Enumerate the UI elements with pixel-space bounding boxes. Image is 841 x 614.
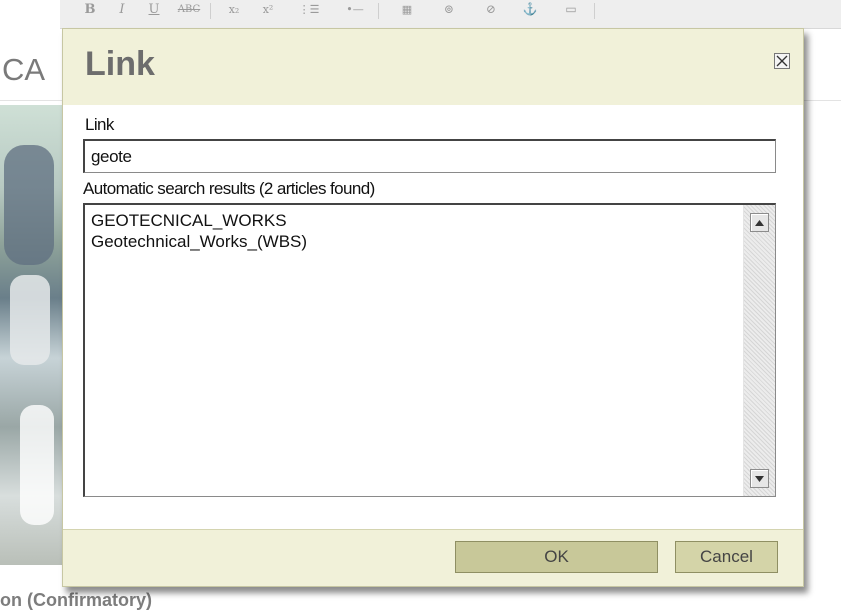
cancel-button[interactable]: Cancel — [675, 541, 778, 573]
dialog-title: Link — [85, 45, 155, 83]
background-photo — [0, 105, 62, 565]
ordered-list-icon[interactable]: ⋮☰ — [292, 0, 326, 18]
scroll-up-button[interactable] — [750, 213, 769, 232]
subscript-icon[interactable]: x₂ — [222, 0, 246, 18]
page-heading: CA — [2, 52, 46, 87]
search-results-list[interactable]: GEOTECNICAL_WORKS Geotechnical_Works_(WB… — [83, 203, 776, 497]
toolbar-separator — [210, 3, 211, 19]
image-icon[interactable]: ▭ — [554, 0, 588, 18]
arrow-down-icon — [755, 475, 764, 482]
link-input[interactable] — [83, 139, 776, 173]
search-results-label: Automatic search results (2 articles fou… — [83, 179, 375, 198]
toolbar-separator — [594, 3, 595, 19]
dialog-footer-divider — [63, 529, 803, 530]
link-dialog: Link Link Automatic search results (2 ar… — [62, 28, 804, 587]
superscript-icon[interactable]: x² — [256, 0, 280, 18]
anchor-icon[interactable]: ⚓ — [518, 0, 542, 18]
unlink-icon[interactable]: ⊘ — [474, 0, 508, 18]
ok-button[interactable]: OK — [455, 541, 658, 573]
editor-toolbar: B I U ABC x₂ x² ⋮☰ •— ▦ ⊚ ⊘ ⚓ ▭ — [60, 0, 841, 29]
link-icon[interactable]: ⊚ — [432, 0, 466, 18]
dialog-body: Link Automatic search results (2 article… — [63, 105, 803, 529]
scroll-down-button[interactable] — [750, 469, 769, 488]
table-icon[interactable]: ▦ — [390, 0, 424, 18]
bold-icon[interactable]: B — [78, 0, 102, 18]
toolbar-separator — [378, 3, 379, 19]
result-items: GEOTECNICAL_WORKS Geotechnical_Works_(WB… — [91, 210, 739, 252]
italic-icon[interactable]: I — [110, 0, 134, 18]
underline-icon[interactable]: U — [142, 0, 166, 18]
link-label: Link — [85, 115, 114, 134]
result-item[interactable]: Geotechnical_Works_(WBS) — [91, 231, 739, 252]
arrow-up-icon — [755, 219, 764, 226]
results-scrollbar[interactable] — [743, 205, 775, 496]
result-item[interactable]: GEOTECNICAL_WORKS — [91, 210, 739, 231]
close-icon — [776, 55, 788, 67]
strikethrough-icon[interactable]: ABC — [172, 0, 206, 18]
unordered-list-icon[interactable]: •— — [338, 0, 372, 18]
close-button[interactable] — [774, 53, 790, 69]
page-section-heading: on (Confirmatory) — [0, 590, 152, 610]
